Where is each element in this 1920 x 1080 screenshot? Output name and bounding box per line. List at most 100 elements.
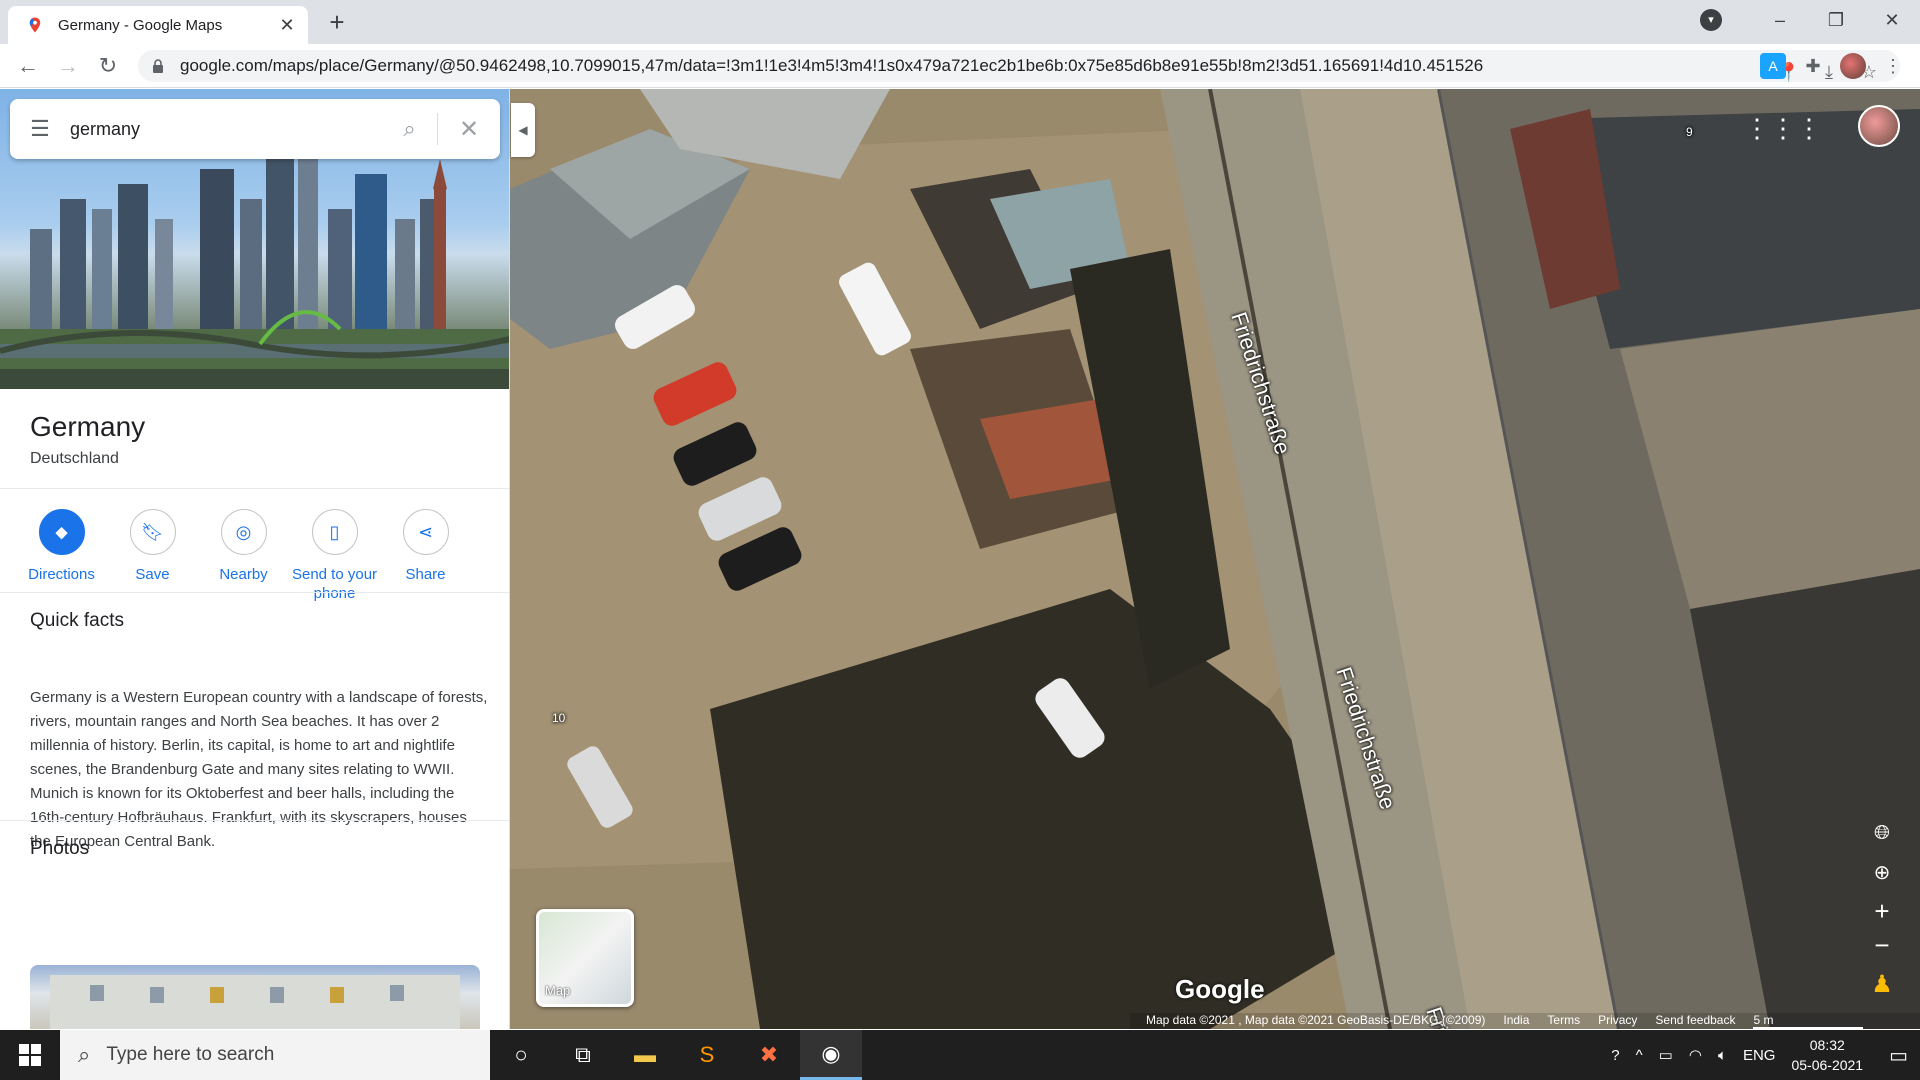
pegman-icon[interactable]: ♟ [1864, 967, 1900, 1003]
google-logo: Google [1175, 974, 1265, 1004]
nearby-button[interactable]: ◎ Nearby [198, 509, 289, 603]
search-box: ☰ ⌕ ✕ [10, 99, 500, 159]
nearby-icon: ◎ [220, 509, 267, 555]
satellite-imagery [510, 89, 1920, 1029]
clock[interactable]: 08:32 05-06-2021 [1791, 1035, 1863, 1075]
send-feedback-link[interactable]: Send feedback [1655, 1013, 1735, 1029]
globe-view-icon[interactable]: 🌐︎ [1864, 815, 1900, 851]
taskbar-search-placeholder: Type here to search [106, 1044, 275, 1065]
puzzle-extensions-icon[interactable]: ✚ [1800, 53, 1826, 79]
account-avatar[interactable] [1858, 105, 1900, 147]
extension-icon[interactable]: A [1760, 53, 1786, 79]
quick-facts-heading: Quick facts [30, 610, 124, 631]
bookmark-icon: 🔖︎ [129, 509, 176, 555]
new-tab-button[interactable]: + [322, 8, 352, 36]
profile-avatar[interactable] [1840, 53, 1866, 79]
map-attribution-bar: Map data ©2021 , Map data ©2021 GeoBasis… [1130, 1013, 1920, 1029]
google-apps-grid-icon[interactable]: ⋮⋮⋮ [1744, 113, 1822, 144]
map-layer-toggle[interactable]: Map [536, 909, 634, 1007]
clock-date: 05-06-2021 [1791, 1057, 1864, 1073]
place-subtitle: Deutschland [30, 450, 119, 467]
more-menu-icon[interactable]: ⋮ [1880, 53, 1906, 79]
tab-search-icon[interactable]: ▾ [1700, 9, 1722, 31]
close-window-button[interactable]: ✕ [1864, 10, 1920, 31]
browser-toolbar: ← → ↻ google.com/maps/place/Germany/@50.… [0, 44, 1920, 88]
windows-taskbar: ⌕ Type here to search ○ ⧉ ▬ S ✖ ◉ ? ^ ▭ … [0, 1030, 1920, 1080]
language-indicator[interactable]: ENG [1743, 1047, 1776, 1064]
quick-facts-text: Germany is a Western European country wi… [30, 689, 488, 850]
action-label: Save [135, 566, 170, 583]
divider [0, 488, 509, 489]
clear-search-icon[interactable]: ✕ [438, 115, 500, 144]
action-label: Share [405, 566, 446, 583]
battery-icon[interactable]: ▭ [1659, 1046, 1673, 1064]
task-view-icon[interactable]: ⧉ [552, 1030, 614, 1080]
help-icon[interactable]: ? [1611, 1047, 1619, 1064]
close-tab-icon[interactable]: ✕ [276, 15, 298, 36]
region-link[interactable]: India [1503, 1013, 1529, 1029]
address-bar[interactable]: google.com/maps/place/Germany/@50.946249… [138, 50, 1900, 82]
castle-photo-image [50, 975, 460, 1029]
restore-button[interactable]: ❐ [1808, 10, 1864, 31]
privacy-link[interactable]: Privacy [1598, 1013, 1637, 1029]
volume-icon[interactable]: 🔈︎ [1718, 1047, 1727, 1064]
reload-icon[interactable]: ↻ [94, 52, 122, 80]
share-icon: ⋖ [402, 509, 449, 555]
tab-title: Germany - Google Maps [58, 16, 223, 34]
lock-icon [153, 59, 163, 73]
windows-start-button[interactable] [0, 1030, 60, 1080]
search-input[interactable] [70, 118, 382, 140]
divider [0, 592, 509, 593]
scale-bar[interactable]: 5 m [1753, 1013, 1864, 1029]
house-number: 9 [1686, 125, 1693, 139]
terms-link[interactable]: Terms [1547, 1013, 1580, 1029]
search-icon[interactable]: ⌕ [382, 113, 438, 145]
satellite-map[interactable]: Friedrichstraße Friedrichstraße Friedric… [510, 89, 1920, 1029]
send-to-phone-button[interactable]: ▯ Send to your phone [289, 509, 380, 603]
save-button[interactable]: 🔖︎ Save [107, 509, 198, 603]
system-tray: ? ^ ▭ ◠ 🔈︎ ENG 08:32 05-06-2021 ▭ [1611, 1030, 1920, 1080]
my-location-icon[interactable]: ⊕ [1864, 855, 1900, 891]
collapse-panel-button[interactable]: ◀ [511, 103, 535, 157]
photo-thumbnail[interactable] [30, 965, 480, 1029]
zoom-in-button[interactable]: + [1864, 893, 1900, 929]
house-number: 10 [552, 711, 566, 725]
search-icon: ⌕ [78, 1042, 91, 1067]
directions-button[interactable]: ⬥ Directions [16, 509, 107, 603]
phone-icon: ▯ [311, 509, 358, 555]
action-label: Directions [28, 566, 95, 583]
browser-tab[interactable]: Germany - Google Maps ✕ [8, 6, 308, 44]
directions-icon: ⬥ [38, 509, 85, 555]
xampp-icon[interactable]: ✖ [738, 1030, 800, 1080]
hamburger-menu-icon[interactable]: ☰ [10, 116, 70, 142]
url-text: google.com/maps/place/Germany/@50.946249… [180, 56, 1484, 75]
notifications-icon[interactable]: ▭ [1889, 1043, 1908, 1068]
cortana-icon[interactable]: ○ [490, 1030, 552, 1080]
action-label: Send to your phone [291, 566, 378, 602]
zoom-out-button[interactable]: − [1864, 927, 1900, 963]
action-label: Nearby [219, 566, 268, 583]
map-data-credit: Map data ©2021 , Map data ©2021 GeoBasis… [1146, 1013, 1486, 1027]
minimize-button[interactable]: – [1752, 10, 1808, 31]
google-maps-pin-icon [29, 17, 41, 33]
taskbar-search-box[interactable]: ⌕ Type here to search [60, 1030, 490, 1080]
browser-tab-strip: Germany - Google Maps ✕ + ▾ – ❐ ✕ [0, 0, 1920, 44]
show-hidden-icons-icon[interactable]: ^ [1636, 1047, 1643, 1064]
place-side-panel: ☰ ⌕ ✕ Germany Deutschland ⬥ Directions 🔖… [0, 89, 510, 1029]
forward-icon[interactable]: → [54, 52, 82, 80]
back-icon[interactable]: ← [14, 52, 42, 80]
share-button[interactable]: ⋖ Share [380, 509, 471, 603]
windows-logo-icon [19, 1044, 41, 1066]
extensions-area: A ✚ ⋮ [1760, 44, 1906, 88]
window-controls: ▾ – ❐ ✕ [1700, 0, 1920, 40]
clock-time: 08:32 [1809, 1037, 1845, 1053]
wifi-icon[interactable]: ◠ [1689, 1046, 1702, 1064]
action-buttons: ⬥ Directions 🔖︎ Save ◎ Nearby ▯ Send to … [16, 509, 496, 603]
photos-heading: Photos [30, 838, 90, 859]
sublime-text-icon[interactable]: S [676, 1030, 738, 1080]
file-explorer-icon[interactable]: ▬ [614, 1030, 676, 1080]
chrome-taskbar-icon[interactable]: ◉ [800, 1030, 862, 1080]
layer-toggle-label: Map [545, 983, 571, 998]
place-title: Germany [30, 411, 146, 442]
divider [0, 820, 509, 821]
